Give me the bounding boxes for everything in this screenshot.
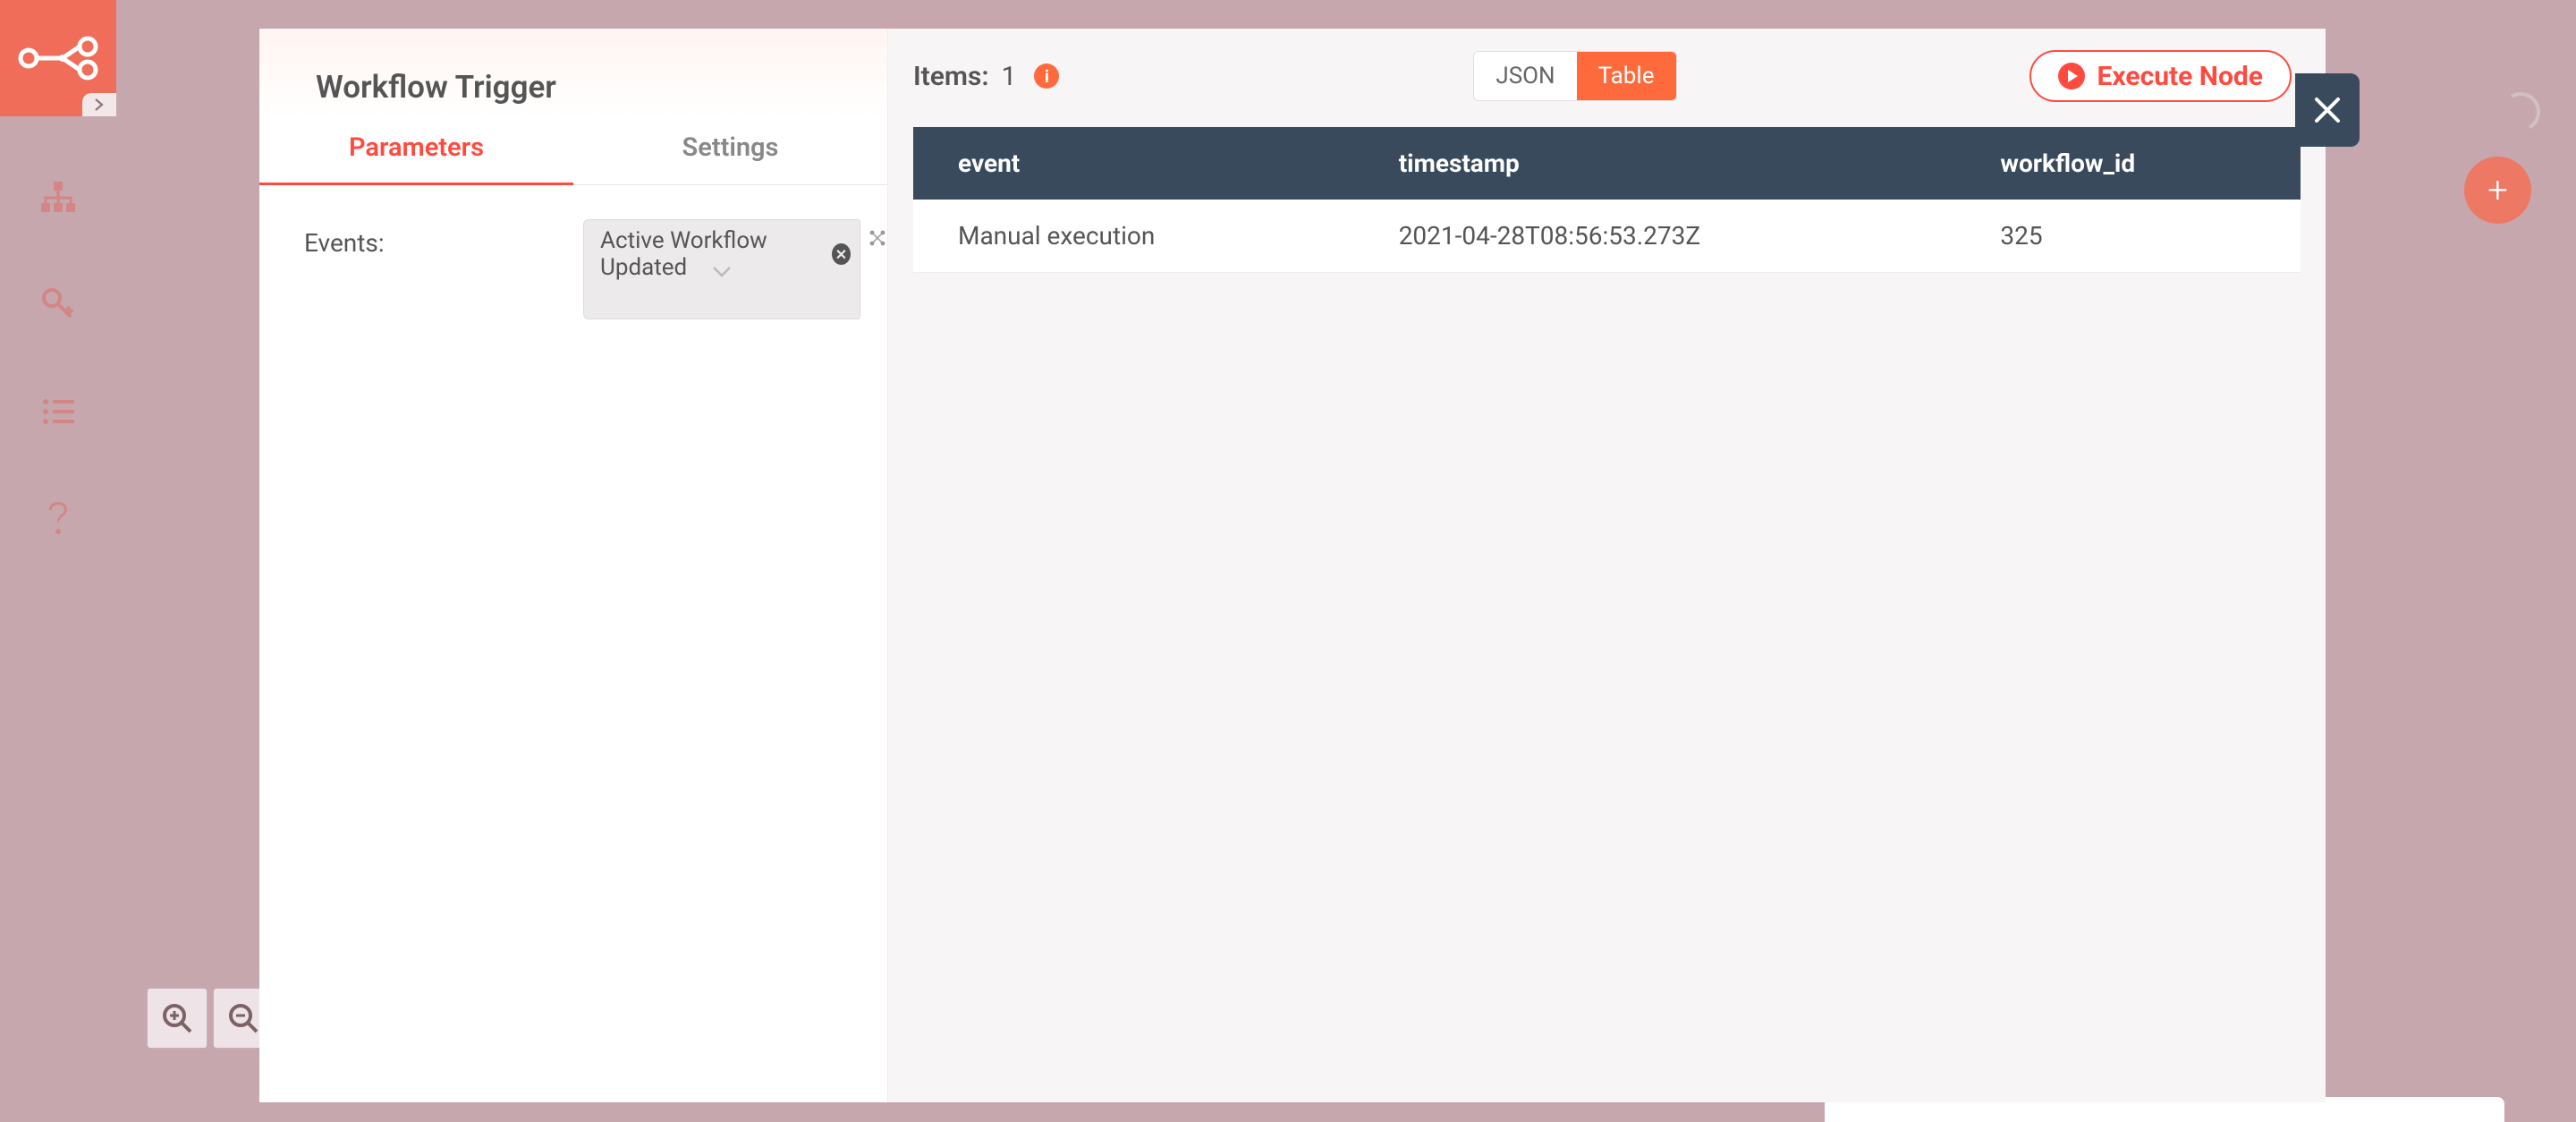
remove-tag-icon[interactable]: ✕ xyxy=(832,243,851,265)
items-count: 1 xyxy=(1002,61,1017,92)
add-node-fab[interactable]: + xyxy=(2464,157,2531,224)
sidebar-item-workflows[interactable] xyxy=(0,170,116,224)
close-icon xyxy=(2311,94,2343,126)
sidebar-item-executions[interactable] xyxy=(0,385,116,438)
tab-parameters[interactable]: Parameters xyxy=(259,132,573,185)
output-table: event timestamp workflow_id Manual execu… xyxy=(913,127,2301,273)
column-header-workflow-id[interactable]: workflow_id xyxy=(1955,127,2301,200)
sidebar-item-credentials[interactable] xyxy=(0,277,116,331)
column-header-event[interactable]: event xyxy=(913,127,1354,200)
node-output-panel: Items: 1 i JSON Table Execute Node event… xyxy=(888,29,2326,1102)
node-editor-modal: Workflow Trigger Parameters Settings Eve… xyxy=(259,29,2326,1102)
list-icon xyxy=(42,398,74,425)
view-table-button[interactable]: Table xyxy=(1577,52,1676,100)
info-icon[interactable]: i xyxy=(1034,64,1059,89)
view-toggle: JSON Table xyxy=(1473,51,1676,101)
items-label: Items: xyxy=(913,61,989,92)
sidebar-expand-toggle[interactable] xyxy=(82,93,116,116)
background-toggle-decor xyxy=(2496,88,2545,136)
execute-node-button[interactable]: Execute Node xyxy=(2029,50,2292,102)
chevron-right-icon xyxy=(94,98,105,111)
tab-settings[interactable]: Settings xyxy=(573,132,887,184)
plus-icon: + xyxy=(2487,169,2508,211)
close-modal-button[interactable] xyxy=(2295,73,2360,147)
cell-workflow-id: 325 xyxy=(1955,200,2301,273)
zoom-in-button[interactable] xyxy=(147,988,208,1049)
chevron-down-icon xyxy=(712,265,732,282)
workflows-icon xyxy=(41,182,75,212)
sidebar-item-help[interactable] xyxy=(0,492,116,546)
execute-node-label: Execute Node xyxy=(2097,61,2263,92)
events-multiselect[interactable]: Active Workflow Updated ✕ xyxy=(583,219,860,319)
zoom-controls xyxy=(147,988,274,1049)
output-table-wrap: event timestamp workflow_id Manual execu… xyxy=(888,109,2326,291)
column-header-timestamp[interactable]: timestamp xyxy=(1354,127,1956,200)
app-logo[interactable] xyxy=(0,0,116,116)
parameters-form: Events: Active Workflow Updated ✕ xyxy=(259,185,887,319)
sidebar xyxy=(0,0,116,1122)
cell-event: Manual execution xyxy=(913,200,1354,273)
zoom-out-icon xyxy=(228,1003,258,1033)
play-icon xyxy=(2058,63,2085,89)
view-json-button[interactable]: JSON xyxy=(1474,52,1576,100)
key-icon xyxy=(42,288,74,320)
events-param-label: Events: xyxy=(304,219,385,319)
question-icon xyxy=(47,501,70,537)
node-title: Workflow Trigger xyxy=(259,29,887,132)
cell-timestamp: 2021-04-28T08:56:53.273Z xyxy=(1354,200,1956,273)
n8n-logo-icon xyxy=(18,36,98,81)
table-row[interactable]: Manual execution 2021-04-28T08:56:53.273… xyxy=(913,200,2301,273)
param-options-icon[interactable] xyxy=(868,228,887,251)
zoom-in-icon xyxy=(162,1003,192,1033)
node-tabs: Parameters Settings xyxy=(259,132,887,185)
output-header: Items: 1 i JSON Table Execute Node xyxy=(888,29,2326,109)
node-parameters-panel: Workflow Trigger Parameters Settings Eve… xyxy=(259,29,888,1102)
